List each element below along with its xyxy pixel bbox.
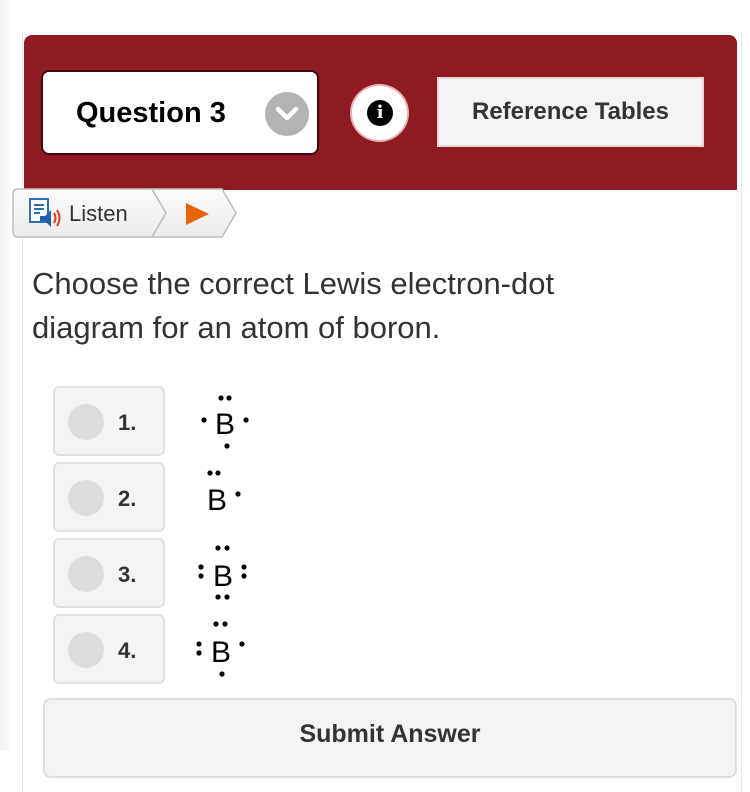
electron-dot	[201, 417, 207, 423]
electron-dot	[226, 395, 232, 401]
info-button[interactable]: i	[350, 84, 409, 142]
electron-dot	[224, 594, 230, 600]
electron-dot	[215, 594, 221, 600]
element-symbol: B	[213, 560, 233, 593]
radio-button[interactable]	[68, 632, 104, 668]
option-number: 1.	[118, 410, 137, 435]
question-prompt: Choose the correct Lewis electron-dot di…	[32, 266, 555, 345]
element-symbol: B	[215, 408, 235, 441]
play-icon	[186, 203, 209, 225]
electron-dot	[198, 564, 204, 570]
electron-dot	[207, 470, 213, 476]
lewis-diagram-option-3: B	[198, 545, 247, 600]
electron-dot	[219, 671, 225, 677]
electron-dot	[196, 641, 202, 647]
play-button[interactable]	[167, 188, 232, 238]
electron-dot	[222, 621, 228, 627]
page-left-edge	[0, 0, 10, 750]
electron-dot	[215, 545, 221, 551]
electron-dot	[198, 573, 204, 579]
radio-button[interactable]	[68, 556, 104, 592]
answer-option-4[interactable]: 4.	[53, 614, 165, 684]
info-icon: i	[367, 100, 393, 126]
electron-dot	[213, 621, 219, 627]
answer-option-3[interactable]: 3.	[53, 538, 165, 608]
electron-dot	[218, 395, 224, 401]
question-selector[interactable]: Question 3	[41, 70, 319, 155]
electron-dot	[239, 641, 245, 647]
radio-button[interactable]	[68, 480, 104, 516]
option-number: 3.	[118, 562, 137, 587]
answer-option-2[interactable]: 2.	[53, 462, 165, 532]
lewis-diagram-option-2: B	[207, 470, 241, 517]
electron-dot	[215, 470, 221, 476]
electron-dot	[241, 573, 247, 579]
speaker-document-icon	[29, 198, 61, 227]
lewis-diagram-option-1: B	[201, 395, 249, 449]
listen-button[interactable]: Listen	[12, 188, 162, 238]
listen-label: Listen	[69, 201, 128, 226]
electron-dot	[196, 650, 202, 656]
radio-button[interactable]	[68, 404, 104, 440]
electron-dot	[224, 443, 230, 449]
question-label: Question 3	[76, 97, 226, 129]
electron-dot	[241, 564, 247, 570]
electron-dot	[243, 417, 249, 423]
chevron-down-icon	[265, 92, 309, 136]
element-symbol: B	[207, 484, 227, 517]
submit-answer-button[interactable]: Submit Answer	[43, 698, 737, 778]
electron-dot	[224, 545, 230, 551]
answer-option-1[interactable]: 1.	[53, 386, 165, 456]
element-symbol: B	[211, 636, 231, 669]
lewis-diagram-option-4: B	[196, 621, 245, 677]
reference-tables-button[interactable]: Reference Tables	[437, 77, 704, 147]
option-number: 2.	[118, 486, 137, 511]
option-number: 4.	[118, 638, 137, 663]
electron-dot	[235, 491, 241, 497]
listen-toolbar: Listen	[12, 188, 237, 238]
